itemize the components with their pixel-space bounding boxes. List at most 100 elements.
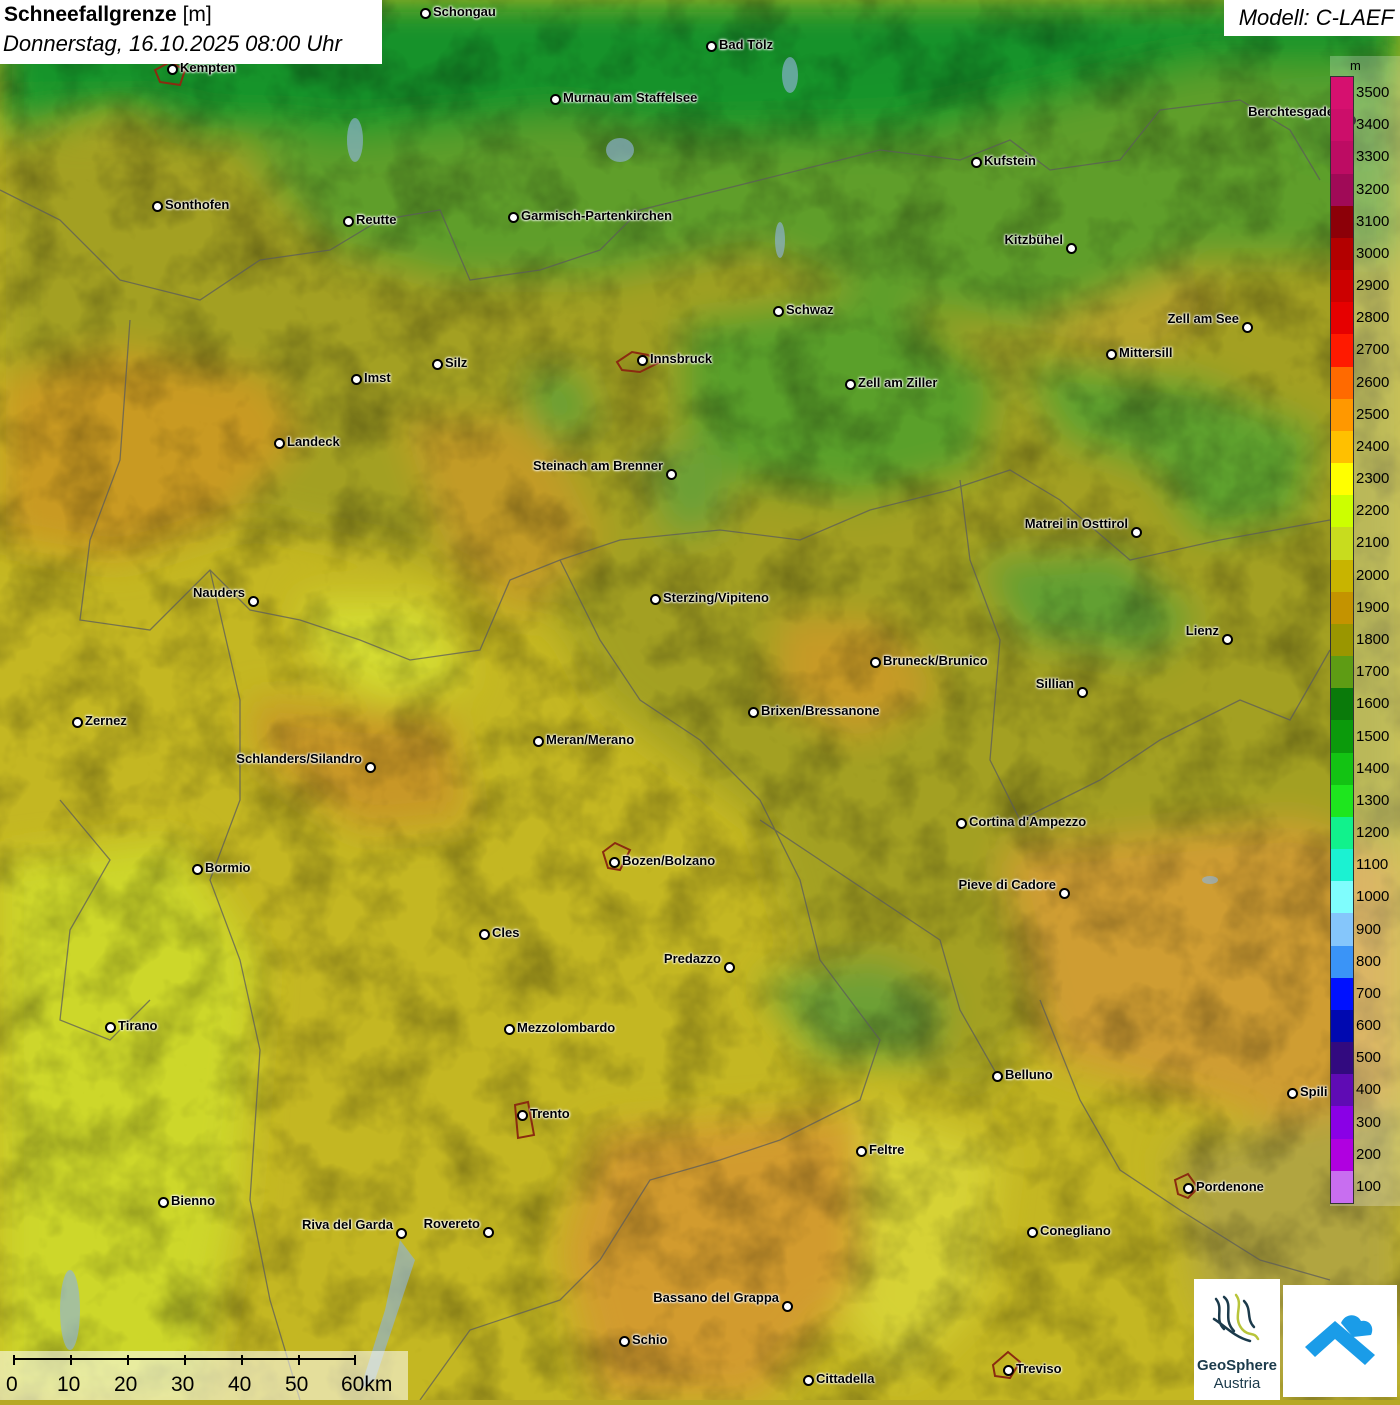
legend-color-step (1331, 591, 1353, 625)
legend-colorbar (1330, 76, 1354, 1204)
city-label: Garmisch-Partenkirchen (521, 208, 673, 223)
city-label: Sillian (1035, 676, 1074, 691)
legend-level-label: 300 (1356, 1113, 1382, 1131)
city-label: Reutte (356, 212, 397, 227)
city-marker-icon (1077, 687, 1088, 698)
city-marker-icon (483, 1227, 494, 1238)
map-title: Schneefallgrenze [m] (4, 3, 212, 26)
legend-color-step (1331, 816, 1353, 850)
legend-level-label: 700 (1356, 984, 1382, 1002)
city-marker-icon (803, 1375, 814, 1386)
city-marker-icon (666, 469, 677, 480)
legend-level-label: 2700 (1356, 341, 1390, 359)
city-label: Riva del Garda (301, 1217, 393, 1232)
legend-color-step (1331, 302, 1353, 335)
city-marker-icon (650, 594, 661, 605)
legend-color-step (1331, 559, 1353, 593)
legend-level-label: 2000 (1356, 566, 1390, 584)
city-marker-icon (365, 762, 376, 773)
city-marker-icon (845, 379, 856, 390)
legend-level-label: 100 (1356, 1177, 1382, 1195)
city-marker-icon (637, 355, 648, 366)
city-label: Tirano (118, 1018, 158, 1033)
legend-color-step (1331, 720, 1353, 754)
city-label: Mezzolombardo (517, 1020, 616, 1035)
legend-color-step (1331, 77, 1353, 110)
legend-level-label: 1400 (1356, 759, 1390, 777)
city-marker-icon (1003, 1365, 1014, 1376)
legend-color-step (1331, 913, 1353, 947)
legend-level-label: 2900 (1356, 277, 1390, 295)
city-label: Landeck (287, 434, 340, 449)
legend-level-label: 800 (1356, 952, 1382, 970)
city-marker-icon (1059, 888, 1070, 899)
geosphere-logo: GeoSphere Austria (1194, 1279, 1280, 1400)
city-label: Rovereto (423, 1216, 480, 1231)
legend-level-label: 3300 (1356, 148, 1390, 166)
legend-level-label: 1900 (1356, 598, 1390, 616)
legend-color-step (1331, 398, 1353, 432)
legend-level-label: 1500 (1356, 727, 1390, 745)
city-marker-icon (72, 717, 83, 728)
city-label: Schwaz (786, 302, 834, 317)
city-label: Cortina d'Ampezzo (969, 814, 1087, 829)
legend-color-step (1331, 881, 1353, 914)
city-marker-icon (550, 94, 561, 105)
legend-level-label: 3000 (1356, 244, 1390, 262)
legend-color-step (1331, 109, 1353, 142)
legend-color-step (1331, 270, 1353, 303)
city-label: Belluno (1005, 1067, 1053, 1082)
city-marker-icon (956, 818, 967, 829)
city-marker-icon (158, 1197, 169, 1208)
legend-color-step (1331, 173, 1353, 207)
legend-level-label: 3400 (1356, 116, 1390, 134)
city-label: Predazzo (663, 951, 721, 966)
legend-color-step (1331, 527, 1353, 561)
city-label: Murnau am Staffelsee (563, 90, 698, 105)
legend-level-label: 3200 (1356, 180, 1390, 198)
scale-tick-label: 20 (114, 1373, 138, 1396)
city-label: Matrei in Osttirol (1024, 516, 1128, 531)
model-label: Modell: C-LAEF (1238, 5, 1394, 30)
city-marker-icon (1106, 349, 1117, 360)
city-marker-icon (1066, 243, 1077, 254)
city-marker-icon (351, 374, 362, 385)
city-label: Zernez (85, 713, 127, 728)
city-marker-icon (1027, 1227, 1038, 1238)
city-marker-icon (533, 736, 544, 747)
scale-tick-label: 30 (171, 1373, 195, 1396)
city-label: Trento (530, 1106, 570, 1121)
city-label: Kitzbühel (1004, 232, 1064, 247)
city-label: Bad Tölz (719, 37, 774, 52)
scale-tick-label: 40 (228, 1373, 252, 1396)
geosphere-emblem-icon (1212, 1293, 1260, 1343)
legend-level-label: 1600 (1356, 695, 1390, 713)
legend-level-label: 600 (1356, 1017, 1382, 1035)
city-marker-icon (1287, 1088, 1298, 1099)
city-label: Innsbruck (650, 351, 713, 366)
city-label: Steinach am Brenner (532, 458, 663, 473)
legend-color-step (1331, 945, 1353, 979)
city-marker-icon (504, 1024, 515, 1035)
legend-level-label: 900 (1356, 920, 1382, 938)
map-datetime: Donnerstag, 16.10.2025 08:00 Uhr (3, 31, 342, 56)
city-marker-icon (1222, 634, 1233, 645)
city-marker-icon (748, 707, 759, 718)
city-marker-icon (706, 41, 717, 52)
city-label: Silz (445, 355, 468, 370)
city-marker-icon (773, 306, 784, 317)
app-logo-icon (1305, 1315, 1375, 1365)
logo-line2: Austria (1213, 1375, 1261, 1392)
city-label: Schio (632, 1332, 668, 1347)
legend-color-step (1331, 1170, 1353, 1204)
legend-level-label: 1700 (1356, 663, 1390, 681)
legend-level-label: 2400 (1356, 437, 1390, 455)
city-label: Cittadella (816, 1371, 875, 1386)
city-label: Schongau (433, 4, 496, 19)
city-marker-icon (432, 359, 443, 370)
city-label: Imst (364, 370, 391, 385)
city-label: Brixen/Bressanone (761, 703, 880, 718)
city-label: Bozen/Bolzano (622, 853, 716, 868)
legend-color-step (1331, 1074, 1353, 1107)
city-label: Mittersill (1119, 345, 1173, 360)
